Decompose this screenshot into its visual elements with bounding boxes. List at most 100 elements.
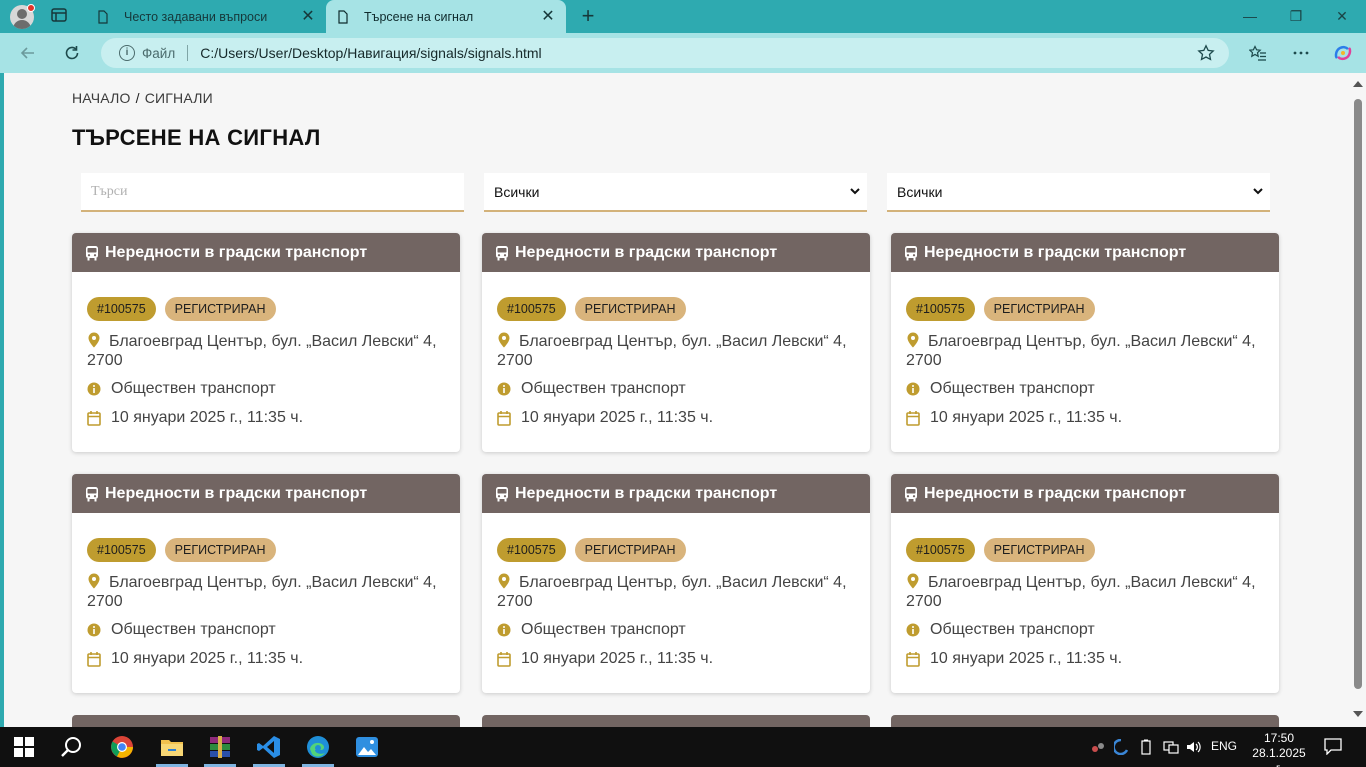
signal-card[interactable]: Нередности в градски транспорт #100575 РЕГ… bbox=[891, 233, 1279, 452]
battery-icon[interactable] bbox=[1140, 739, 1152, 755]
card-badges: #100575 РЕГИСТРИРАН bbox=[906, 297, 1095, 321]
minimize-icon[interactable]: — bbox=[1240, 8, 1260, 24]
date-text: 10 януари 2025 г., 11:35 ч. bbox=[521, 650, 714, 667]
scroll-up-arrow-icon[interactable] bbox=[1353, 81, 1363, 87]
bus-icon bbox=[496, 486, 508, 501]
address-text: Благоевград Център, бул. „Васил Левски“ … bbox=[497, 333, 847, 369]
close-tab-icon[interactable]: ✕ bbox=[540, 8, 556, 25]
card-header-partial[interactable] bbox=[891, 715, 1279, 727]
card-header-partial[interactable] bbox=[72, 715, 460, 727]
card-address: Благоевград Център, бул. „Васил Левски“ … bbox=[497, 572, 857, 611]
info-circle-icon bbox=[87, 382, 101, 396]
card-header-partial[interactable] bbox=[482, 715, 870, 727]
card-header: Нередности в градски транспорт bbox=[482, 474, 870, 513]
category-text: Обществен транспорт bbox=[111, 621, 276, 638]
search-input[interactable]: Търси bbox=[81, 173, 464, 212]
signal-card[interactable]: Нередности в градски транспорт #100575 РЕГ… bbox=[72, 474, 460, 693]
more-menu-icon[interactable] bbox=[1290, 42, 1312, 64]
signal-card[interactable]: Нередности в градски транспорт #100575 РЕГ… bbox=[891, 474, 1279, 693]
edge-icon[interactable] bbox=[306, 735, 330, 759]
photos-icon[interactable] bbox=[355, 735, 379, 759]
signal-card[interactable]: Нередности в градски транспорт #100575 РЕГ… bbox=[482, 233, 870, 452]
volume-icon[interactable] bbox=[1186, 739, 1202, 755]
page-scrollbar[interactable] bbox=[1350, 73, 1366, 727]
status-badge: РЕГИСТРИРАН bbox=[574, 538, 686, 562]
signal-card[interactable]: Нередности в градски транспорт #100575 РЕГ… bbox=[72, 233, 460, 452]
address-text: Благоевград Център, бул. „Васил Левски“ … bbox=[87, 333, 437, 369]
scroll-thumb[interactable] bbox=[1354, 99, 1362, 689]
card-badges: #100575 РЕГИСТРИРАН bbox=[87, 538, 276, 562]
card-address: Благоевград Център, бул. „Васил Левски“ … bbox=[87, 331, 447, 370]
card-date: 10 януари 2025 г., 11:35 ч. bbox=[87, 409, 303, 427]
chrome-icon[interactable] bbox=[110, 735, 134, 759]
breadcrumb-home-link[interactable]: НАЧАЛО bbox=[72, 90, 131, 106]
card-category: Обществен транспорт bbox=[906, 621, 1095, 639]
bus-icon bbox=[905, 245, 917, 260]
select-value: Всички bbox=[897, 183, 943, 200]
calendar-icon bbox=[497, 411, 511, 426]
back-arrow-icon[interactable] bbox=[17, 42, 39, 64]
scroll-down-arrow-icon[interactable] bbox=[1353, 711, 1363, 717]
copilot-icon[interactable] bbox=[1332, 42, 1354, 64]
category-text: Обществен транспорт bbox=[930, 380, 1095, 397]
location-pin-icon bbox=[907, 332, 919, 348]
select-value: Всички bbox=[494, 183, 540, 200]
breadcrumb-current[interactable]: СИГНАЛИ bbox=[145, 90, 213, 106]
date-text: 10 януари 2025 г., 11:35 ч. bbox=[930, 409, 1123, 426]
network-icon[interactable] bbox=[1163, 739, 1179, 755]
category-text: Обществен транспорт bbox=[111, 380, 276, 397]
clock[interactable]: 17:50 28.1.2025 г. bbox=[1248, 731, 1310, 767]
favorites-list-icon[interactable] bbox=[1247, 42, 1269, 64]
tab-signal-search[interactable]: Търсене на сигнал ✕ bbox=[326, 0, 566, 33]
category-text: Обществен транспорт bbox=[521, 380, 686, 397]
card-title: Нередности в градски транспорт bbox=[105, 243, 368, 261]
close-window-icon[interactable]: ✕ bbox=[1332, 8, 1352, 25]
new-tab-icon[interactable]: + bbox=[578, 5, 598, 27]
bus-icon bbox=[905, 486, 917, 501]
date-text: 10 януари 2025 г., 11:35 ч. bbox=[111, 650, 304, 667]
notifications-icon[interactable] bbox=[1324, 737, 1342, 755]
reload-icon[interactable] bbox=[61, 42, 83, 64]
security-shield-icon[interactable] bbox=[1114, 739, 1128, 755]
signal-id-badge: #100575 bbox=[87, 297, 156, 321]
url-text[interactable]: C:/Users/User/Desktop/Навигация/signals/… bbox=[200, 45, 541, 61]
category-text: Обществен транспорт bbox=[521, 621, 686, 638]
location-pin-icon bbox=[498, 573, 510, 589]
card-title: Нередности в градски транспорт bbox=[105, 484, 368, 502]
network-activity-icon[interactable] bbox=[1090, 739, 1106, 755]
card-address: Благоевград Център, бул. „Васил Левски“ … bbox=[497, 331, 857, 370]
filter-select-1[interactable]: Всички bbox=[484, 173, 867, 212]
favorite-star-icon[interactable] bbox=[1197, 44, 1215, 62]
card-title: Нередности в градски транспорт bbox=[515, 243, 778, 261]
info-icon[interactable]: i bbox=[119, 45, 135, 61]
language-indicator[interactable]: ENG bbox=[1211, 739, 1237, 753]
divider bbox=[187, 45, 189, 61]
windows-start-icon[interactable] bbox=[13, 736, 35, 758]
browser-toolbar: i Файл C:/Users/User/Desktop/Навигация/s… bbox=[0, 33, 1366, 73]
restore-icon[interactable]: ❐ bbox=[1286, 8, 1306, 25]
winrar-icon[interactable] bbox=[208, 735, 232, 759]
search-icon[interactable] bbox=[60, 735, 84, 759]
file-explorer-icon[interactable] bbox=[160, 735, 184, 759]
category-text: Обществен транспорт bbox=[930, 621, 1095, 638]
address-bar[interactable]: i Файл C:/Users/User/Desktop/Навигация/s… bbox=[101, 38, 1229, 68]
search-placeholder: Търси bbox=[91, 183, 128, 199]
signal-card[interactable]: Нередности в градски транспорт #100575 РЕГ… bbox=[482, 474, 870, 693]
date-text: 10 януари 2025 г., 11:35 ч. bbox=[930, 650, 1123, 667]
card-address: Благоевград Център, бул. „Васил Левски“ … bbox=[906, 572, 1266, 611]
card-category: Обществен транспорт bbox=[497, 621, 686, 639]
notification-dot-icon bbox=[27, 4, 35, 12]
date-text: 10 януари 2025 г., 11:35 ч. bbox=[111, 409, 304, 426]
vscode-icon[interactable] bbox=[257, 735, 281, 759]
calendar-icon bbox=[906, 652, 920, 667]
filter-select-2[interactable]: Всички bbox=[887, 173, 1270, 212]
card-header: Нередности в градски транспорт bbox=[891, 474, 1279, 513]
card-date: 10 януари 2025 г., 11:35 ч. bbox=[497, 650, 713, 668]
calendar-icon bbox=[87, 411, 101, 426]
bus-icon bbox=[86, 245, 98, 260]
tab-faq[interactable]: Често задавани въпроси ✕ bbox=[86, 0, 326, 33]
tab-actions-icon[interactable] bbox=[50, 6, 70, 26]
close-tab-icon[interactable]: ✕ bbox=[300, 8, 316, 25]
location-pin-icon bbox=[88, 332, 100, 348]
signal-id-badge: #100575 bbox=[87, 538, 156, 562]
